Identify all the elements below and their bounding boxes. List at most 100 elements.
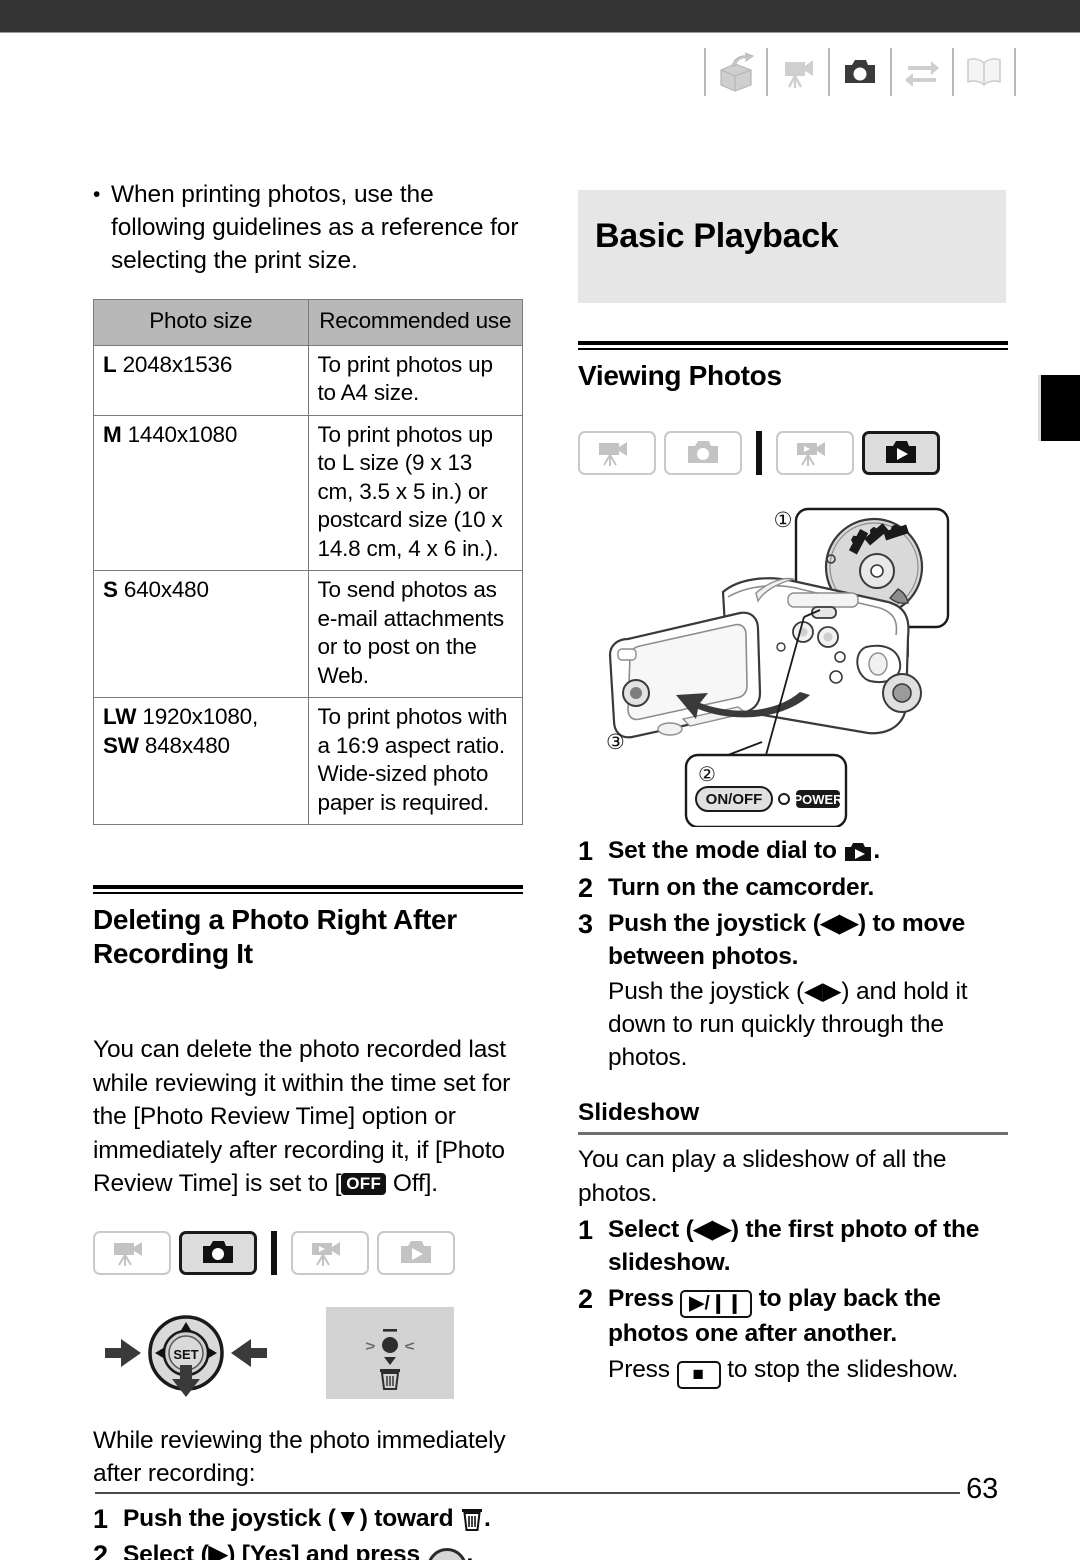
camcorder-figure: ① ③ ② ON/OFF POWER xyxy=(578,497,1008,827)
step-text: Press ▶/❙❙ to play back the photos one a… xyxy=(608,1283,1008,1351)
unpack-box-icon xyxy=(708,46,764,98)
icon-separator xyxy=(1014,48,1016,96)
camcorder-tripod-icon xyxy=(770,46,826,98)
joystick-down-arrow-icon: ▼ xyxy=(335,1504,360,1532)
page-number: 63 xyxy=(966,1473,998,1505)
callout-2-label: ② xyxy=(698,764,716,786)
scan-top-bar xyxy=(0,0,1080,33)
table-row: S 640x480 To send photos as e-mail attac… xyxy=(93,570,523,698)
table-header-row: Photo size Recommended use xyxy=(93,299,523,346)
step-text-end: . xyxy=(484,1504,491,1532)
photo-camera-icon xyxy=(832,46,888,98)
photo-playback-icon xyxy=(845,843,872,861)
joystick-delete-figure: SET xyxy=(93,1301,533,1406)
viewing-step-3: 3 Push the joystick (◀▶) to move between… xyxy=(578,908,1008,973)
table-row: LW 1920x1080, SW 848x480 To print photos … xyxy=(93,697,523,825)
mode-box-photo-record xyxy=(664,431,742,475)
deleting-photo-intro: You can delete the photo recorded last w… xyxy=(93,1033,533,1201)
intro-text-part1: You can delete the photo recorded last w… xyxy=(93,1036,511,1197)
intro-text-part2: Off]. xyxy=(386,1170,438,1197)
step-text-pre: Press xyxy=(608,1285,681,1312)
size-value: 640x480 xyxy=(123,577,209,602)
mode-divider xyxy=(756,431,762,475)
joystick-diagram: SET xyxy=(105,1314,267,1397)
icon-separator xyxy=(828,48,830,96)
step-text-post: ) toward xyxy=(359,1504,461,1532)
size-prefix: LW xyxy=(103,704,137,729)
chapter-title-band: Basic Playback xyxy=(578,190,1006,303)
step-text: Select (▶) [Yes] and press SET. xyxy=(123,1539,533,1560)
size-value: 2048x1536 xyxy=(122,351,233,377)
mode-box-photo-playback xyxy=(377,1230,455,1275)
operating-modes-left xyxy=(93,1230,533,1275)
chapter-thumb-tab xyxy=(1038,375,1080,441)
cell-recommended-use: To print photos with a 16:9 aspect ratio… xyxy=(307,697,523,825)
cell-photo-size: L 2048x1536 xyxy=(93,344,309,416)
step-text: Push the joystick (◀▶) to move between p… xyxy=(608,908,1008,973)
joystick-right-arrow-icon: ▶ xyxy=(208,1541,228,1560)
cell-photo-size: LW 1920x1080, SW 848x480 xyxy=(93,697,309,825)
size-prefix: S xyxy=(103,577,118,602)
stop-note-post: to stop the slideshow. xyxy=(720,1355,959,1383)
step-number: 1 xyxy=(93,1503,108,1534)
icon-separator xyxy=(952,48,954,96)
section-rule xyxy=(578,341,1008,350)
section-rule xyxy=(93,885,523,894)
cell-recommended-use: To print photos up to L size (9 x 13 cm,… xyxy=(307,414,523,571)
slideshow-step-2: 2 Press ▶/❙❙ to play back the photos one… xyxy=(578,1283,1008,1351)
icon-separator xyxy=(704,48,706,96)
joystick-left-right-arrow-icon: ◀▶ xyxy=(693,1216,731,1243)
icon-separator xyxy=(766,48,768,96)
table-row: M 1440x1080 To print photos up to L size… xyxy=(93,414,523,571)
mode-box-video-record xyxy=(93,1230,171,1275)
size-prefix-2: SW xyxy=(103,732,139,758)
stop-button-icon: ■ xyxy=(676,1360,721,1389)
subsection-heading-slideshow: Slideshow xyxy=(578,1099,700,1126)
set-button-icon: SET xyxy=(426,1548,467,1560)
stop-note-pre: Press xyxy=(608,1355,677,1383)
print-guidelines-bullet: • When printing photos, use the followin… xyxy=(93,178,533,277)
step-text-pre: Select ( xyxy=(123,1541,209,1560)
chapter-icon-strip xyxy=(702,44,1018,100)
size-value-2: 848x480 xyxy=(144,732,230,758)
step-text: Select (◀▶) the first photo of the slide… xyxy=(608,1214,1008,1279)
step-text-pre: Set the mode dial to xyxy=(608,837,844,864)
section-heading-viewing-photos: Viewing Photos xyxy=(578,360,782,391)
callout-3-label: ③ xyxy=(606,730,625,754)
size-prefix: L xyxy=(103,351,117,377)
icon-separator xyxy=(890,48,892,96)
table-row: L 2048x1536 To print photos up to A4 siz… xyxy=(93,344,523,416)
mode-box-video-record xyxy=(578,431,656,475)
mode-divider xyxy=(271,1230,277,1275)
cell-photo-size: M 1440x1080 xyxy=(93,414,309,571)
slideshow-stop-note: Press ■ to stop the slideshow. xyxy=(608,1353,1008,1389)
left-column: • When printing photos, use the followin… xyxy=(93,178,533,1560)
svg-text:POWER: POWER xyxy=(793,792,843,807)
footer-rule xyxy=(95,1492,960,1494)
step-number: 2 xyxy=(578,1284,593,1314)
manual-page: • When printing photos, use the followin… xyxy=(0,0,1080,1560)
callout-1-label: ① xyxy=(774,508,793,532)
cell-recommended-use: To send photos as e-mail attachments or … xyxy=(307,570,523,698)
cell-recommended-use: To print photos up to A4 size. xyxy=(307,344,523,416)
review-note: While reviewing the photo immediately af… xyxy=(93,1426,506,1488)
mode-box-photo-record xyxy=(179,1230,257,1275)
slideshow-intro: You can play a slideshow of all the phot… xyxy=(578,1146,947,1207)
column-header-recommended-use: Recommended use xyxy=(307,299,523,346)
viewing-step-1: 1 Set the mode dial to . xyxy=(578,835,1008,868)
chapter-title: Basic Playback xyxy=(595,217,839,255)
right-column: Basic Playback Viewing Photos ① ③ ② ON/O… xyxy=(578,190,1008,1389)
bullet-dot-icon: • xyxy=(93,183,101,206)
section-heading-deleting-photo: Deleting a Photo Right After Recording I… xyxy=(93,904,457,969)
delete-step-1: 1 Push the joystick (▼) toward . xyxy=(93,1503,533,1536)
joystick-left-right-arrow-icon: ◀▶ xyxy=(820,910,858,937)
step-text-pre: Push the joystick ( xyxy=(123,1504,336,1532)
delete-step-2: 2 Select (▶) [Yes] and press SET. xyxy=(93,1539,533,1560)
step-text-pre: Select ( xyxy=(608,1216,694,1243)
transfer-arrows-icon xyxy=(894,46,950,98)
open-book-icon xyxy=(956,46,1012,98)
off-badge-icon: OFF xyxy=(341,1173,387,1195)
step-text-end: . xyxy=(466,1541,474,1560)
step-text: Set the mode dial to . xyxy=(608,835,1008,868)
size-value: 1920x1080, xyxy=(142,704,259,729)
